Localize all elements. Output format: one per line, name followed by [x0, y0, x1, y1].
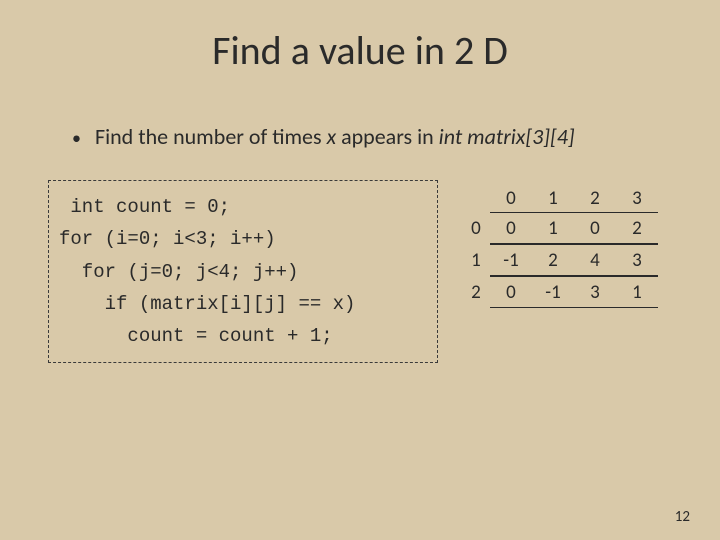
matrix-col-header: 1 [532, 184, 574, 212]
matrix-cell: 3 [616, 244, 658, 276]
matrix-cell: 1 [616, 276, 658, 308]
matrix-row-header: 2 [462, 276, 490, 308]
matrix-cell: 0 [490, 212, 532, 244]
page-number: 12 [675, 508, 690, 526]
bullet-item: • Find the number of times x appears in … [0, 75, 720, 150]
matrix-row-header: 0 [462, 212, 490, 244]
matrix-cell: 3 [574, 276, 616, 308]
matrix-corner [462, 184, 490, 212]
matrix-cell: 4 [574, 244, 616, 276]
matrix-cell: 0 [574, 212, 616, 244]
bullet-dot: • [72, 129, 81, 147]
bullet-text: Find the number of times x appears in in… [95, 123, 575, 150]
matrix-table: 0 1 2 3 0 0 1 0 2 1 -1 2 4 3 2 0 -1 3 1 [462, 184, 658, 308]
slide-title: Find a value in 2 D [0, 0, 720, 75]
matrix-cell: 0 [490, 276, 532, 308]
matrix-cell: -1 [490, 244, 532, 276]
content-row: int count = 0; for (i=0; i<3; i++) for (… [0, 150, 720, 363]
matrix-cell: -1 [532, 276, 574, 308]
matrix-col-header: 2 [574, 184, 616, 212]
matrix-row-header: 1 [462, 244, 490, 276]
matrix-col-header: 3 [616, 184, 658, 212]
matrix-cell: 2 [532, 244, 574, 276]
matrix-cell: 2 [616, 212, 658, 244]
code-block: int count = 0; for (i=0; i<3; i++) for (… [48, 180, 438, 363]
matrix-col-header: 0 [490, 184, 532, 212]
matrix-cell: 1 [532, 212, 574, 244]
